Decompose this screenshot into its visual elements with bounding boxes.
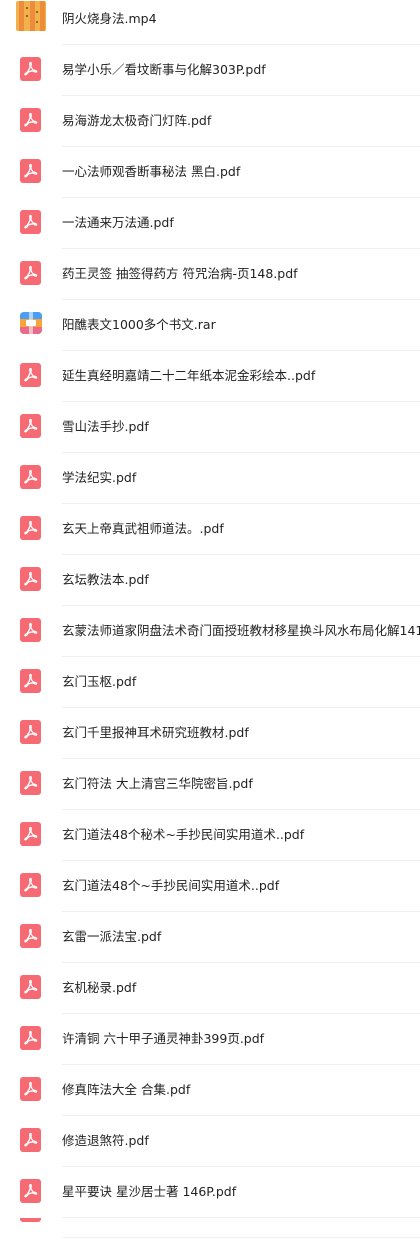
pdf-file-icon <box>20 516 41 540</box>
pdf-file-icon <box>20 108 41 132</box>
file-name[interactable]: 玄门符法 大上清宫三华院密旨.pdf <box>62 775 253 793</box>
file-name[interactable]: 药王灵签 抽签得药方 符咒治病-页148.pdf <box>62 265 298 283</box>
pdf-file-icon <box>20 1026 41 1050</box>
file-row[interactable]: 阴火烧身法.mp4 <box>0 0 420 45</box>
file-name[interactable]: 玄门道法48个~手抄民间实用道术..pdf <box>62 877 279 895</box>
pdf-file-icon <box>20 1179 41 1203</box>
archive-file-icon <box>20 312 42 334</box>
video-file-icon <box>16 1 46 31</box>
file-name[interactable]: 一心法师观香断事秘法 黑白.pdf <box>62 163 240 181</box>
pdf-file-icon <box>20 720 41 744</box>
file-row-partial[interactable] <box>0 1218 420 1238</box>
pdf-file-icon <box>20 210 41 234</box>
pdf-file-icon <box>20 618 41 642</box>
file-name[interactable]: 玄雷一派法宝.pdf <box>62 928 161 946</box>
file-name[interactable]: 修造退煞符.pdf <box>62 1132 149 1150</box>
file-name[interactable]: 玄坛教法本.pdf <box>62 571 149 589</box>
pdf-file-icon <box>20 465 41 489</box>
file-row[interactable]: 玄门符法 大上清宫三华院密旨.pdf <box>0 759 420 810</box>
file-name[interactable]: 玄门玉枢.pdf <box>62 673 136 691</box>
pdf-file-icon <box>20 822 41 846</box>
file-row[interactable]: 许清铜 六十甲子通灵神卦399页.pdf <box>0 1014 420 1065</box>
file-row[interactable]: 一法通来万法通.pdf <box>0 198 420 249</box>
file-row[interactable]: 玄门玉枢.pdf <box>0 657 420 708</box>
pdf-file-icon <box>20 1128 41 1152</box>
file-row[interactable]: 易海游龙太极奇门灯阵.pdf <box>0 96 420 147</box>
file-name[interactable]: 一法通来万法通.pdf <box>62 214 174 232</box>
file-row[interactable]: 易学小乐／看坟断事与化解303P.pdf <box>0 45 420 96</box>
file-name[interactable]: 许清铜 六十甲子通灵神卦399页.pdf <box>62 1030 264 1048</box>
pdf-file-icon <box>20 363 41 387</box>
file-row[interactable]: 玄天上帝真武祖师道法。.pdf <box>0 504 420 555</box>
file-row[interactable]: 雪山法手抄.pdf <box>0 402 420 453</box>
file-name[interactable]: 星平要诀 星沙居士著 146P.pdf <box>62 1183 236 1201</box>
pdf-file-icon <box>20 1218 41 1222</box>
pdf-file-icon <box>20 57 41 81</box>
pdf-file-icon <box>20 771 41 795</box>
pdf-file-icon <box>20 975 41 999</box>
pdf-file-icon <box>20 414 41 438</box>
file-list: 阴火烧身法.mp4 易学小乐／看坟断事与化解303P.pdf 易海游龙太极奇门灯… <box>0 0 420 1238</box>
file-name[interactable]: 阴火烧身法.mp4 <box>62 10 157 28</box>
pdf-file-icon <box>20 567 41 591</box>
file-row[interactable]: 修真阵法大全 合集.pdf <box>0 1065 420 1116</box>
file-row[interactable]: 玄机秘录.pdf <box>0 963 420 1014</box>
pdf-file-icon <box>20 261 41 285</box>
file-row[interactable]: 玄门千里报神耳术研究班教材.pdf <box>0 708 420 759</box>
file-row[interactable]: 修造退煞符.pdf <box>0 1116 420 1167</box>
file-name[interactable]: 修真阵法大全 合集.pdf <box>62 1081 190 1099</box>
file-name[interactable]: 延生真经明嘉靖二十二年纸本泥金彩绘本..pdf <box>62 367 315 385</box>
pdf-file-icon <box>20 159 41 183</box>
file-row[interactable]: 学法纪实.pdf <box>0 453 420 504</box>
pdf-file-icon <box>20 924 41 948</box>
file-row[interactable]: 星平要诀 星沙居士著 146P.pdf <box>0 1167 420 1218</box>
pdf-file-icon <box>20 873 41 897</box>
pdf-file-icon <box>20 669 41 693</box>
file-row[interactable]: 一心法师观香断事秘法 黑白.pdf <box>0 147 420 198</box>
file-row[interactable]: 玄雷一派法宝.pdf <box>0 912 420 963</box>
file-name[interactable]: 玄机秘录.pdf <box>62 979 136 997</box>
pdf-file-icon <box>20 1077 41 1101</box>
file-row[interactable]: 延生真经明嘉靖二十二年纸本泥金彩绘本..pdf <box>0 351 420 402</box>
file-name[interactable]: 学法纪实.pdf <box>62 469 136 487</box>
file-row[interactable]: 阳醮表文1000多个书文.rar <box>0 300 420 351</box>
file-row[interactable]: 玄门道法48个~手抄民间实用道术..pdf <box>0 861 420 912</box>
file-row[interactable]: 玄门道法48个秘术~手抄民间实用道术..pdf <box>0 810 420 861</box>
file-name[interactable]: 雪山法手抄.pdf <box>62 418 149 436</box>
file-name[interactable]: 玄门道法48个秘术~手抄民间实用道术..pdf <box>62 826 304 844</box>
file-name[interactable]: 玄蒙法师道家阴盘法术奇门面授班教材移星换斗风水布局化解141页.pdf <box>62 622 420 640</box>
file-row[interactable]: 玄蒙法师道家阴盘法术奇门面授班教材移星换斗风水布局化解141页.pdf <box>0 606 420 657</box>
file-name[interactable]: 易学小乐／看坟断事与化解303P.pdf <box>62 61 266 79</box>
file-row[interactable]: 玄坛教法本.pdf <box>0 555 420 606</box>
file-name[interactable]: 易海游龙太极奇门灯阵.pdf <box>62 112 211 130</box>
file-name[interactable]: 玄门千里报神耳术研究班教材.pdf <box>62 724 249 742</box>
file-name[interactable]: 玄天上帝真武祖师道法。.pdf <box>62 520 224 538</box>
file-name[interactable]: 阳醮表文1000多个书文.rar <box>62 316 216 334</box>
file-row[interactable]: 药王灵签 抽签得药方 符咒治病-页148.pdf <box>0 249 420 300</box>
